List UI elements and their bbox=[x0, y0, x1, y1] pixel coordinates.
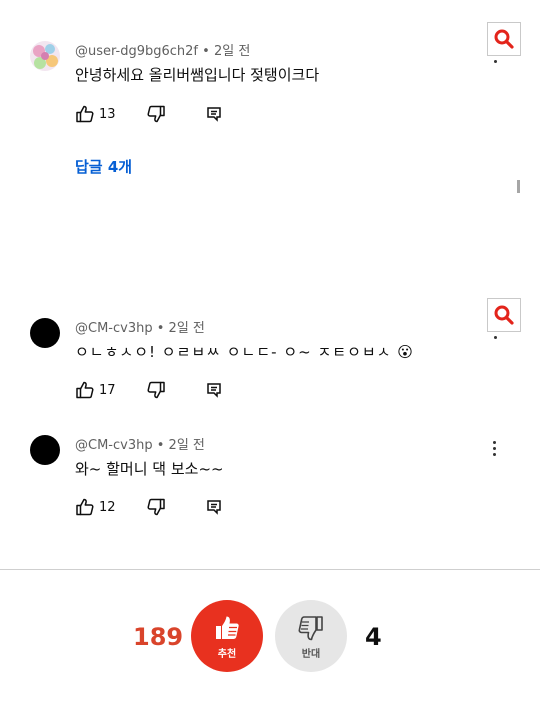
zoom-search-button[interactable] bbox=[487, 298, 521, 332]
thumbs-up-icon[interactable] bbox=[75, 380, 95, 400]
thumbs-up-icon bbox=[216, 616, 239, 639]
zoom-search-button[interactable] bbox=[487, 22, 521, 56]
like-count: 12 bbox=[99, 499, 116, 515]
downvote-button[interactable]: 반대 bbox=[275, 600, 347, 672]
comment-actions: 17 bbox=[75, 380, 224, 400]
comment-time: 2일 전 bbox=[168, 321, 205, 336]
meta-separator: • bbox=[156, 438, 165, 453]
reply-icon[interactable] bbox=[204, 104, 224, 124]
meta-separator: • bbox=[156, 321, 165, 336]
author-name[interactable]: @CM-cv3hp bbox=[75, 321, 153, 336]
avatar[interactable] bbox=[30, 318, 60, 348]
downvote-label: 반대 bbox=[301, 648, 321, 660]
more-vert-icon[interactable] bbox=[494, 336, 497, 339]
author-name[interactable]: @user-dg9bg6ch2f bbox=[75, 44, 198, 59]
author-name[interactable]: @CM-cv3hp bbox=[75, 438, 153, 453]
comment-text: 와~ 할머니 댁 보소~~ bbox=[75, 460, 224, 478]
reply-icon[interactable] bbox=[204, 497, 224, 517]
upvote-count: 189 bbox=[133, 623, 184, 651]
search-icon bbox=[494, 29, 514, 49]
section-divider bbox=[0, 569, 540, 570]
comment-meta: @CM-cv3hp • 2일 전 bbox=[75, 434, 205, 453]
comment-actions: 13 bbox=[75, 104, 224, 124]
comment-text: 안녕하세요 올리버쌤입니다 젖탱이크다 bbox=[75, 66, 320, 84]
thumbs-down-icon[interactable] bbox=[146, 104, 166, 124]
astonished-emoji: 😮 bbox=[397, 343, 414, 361]
search-icon bbox=[494, 305, 514, 325]
scrollbar-thumb[interactable] bbox=[517, 180, 520, 193]
upvote-label: 추천 bbox=[217, 648, 237, 660]
avatar-image bbox=[30, 41, 60, 71]
thumbs-down-icon[interactable] bbox=[146, 497, 166, 517]
avatar[interactable] bbox=[30, 435, 60, 465]
comment-meta: @user-dg9bg6ch2f • 2일 전 bbox=[75, 40, 250, 59]
avatar[interactable] bbox=[30, 41, 60, 71]
comment-meta: @CM-cv3hp • 2일 전 bbox=[75, 317, 205, 336]
upvote-button[interactable]: 추천 bbox=[191, 600, 263, 672]
view-replies-link[interactable]: 답글 4개 bbox=[75, 156, 132, 177]
more-vert-icon[interactable] bbox=[494, 60, 497, 63]
thumbs-up-icon[interactable] bbox=[75, 104, 95, 124]
like-count: 17 bbox=[99, 382, 116, 398]
more-vert-icon[interactable] bbox=[490, 441, 500, 459]
like-count: 13 bbox=[99, 106, 116, 122]
comment-text: ㅇㄴㅎㅅㅇ! ㅇㄹㅂㅆ ㅇㄴㄷ- ㅇ~ ㅈㅌㅇㅂㅅ bbox=[75, 343, 392, 361]
comment-time: 2일 전 bbox=[168, 438, 205, 453]
comment-time: 2일 전 bbox=[213, 44, 251, 59]
downvote-count: 4 bbox=[365, 623, 382, 651]
thumbs-up-icon[interactable] bbox=[75, 497, 95, 517]
thumbs-down-icon[interactable] bbox=[146, 380, 166, 400]
reply-icon[interactable] bbox=[204, 380, 224, 400]
thumbs-down-icon bbox=[298, 615, 323, 640]
meta-separator: • bbox=[202, 44, 210, 59]
comment-actions: 12 bbox=[75, 497, 224, 517]
comment-text-row: ㅇㄴㅎㅅㅇ! ㅇㄹㅂㅆ ㅇㄴㄷ- ㅇ~ ㅈㅌㅇㅂㅅ 😮 bbox=[75, 341, 414, 362]
